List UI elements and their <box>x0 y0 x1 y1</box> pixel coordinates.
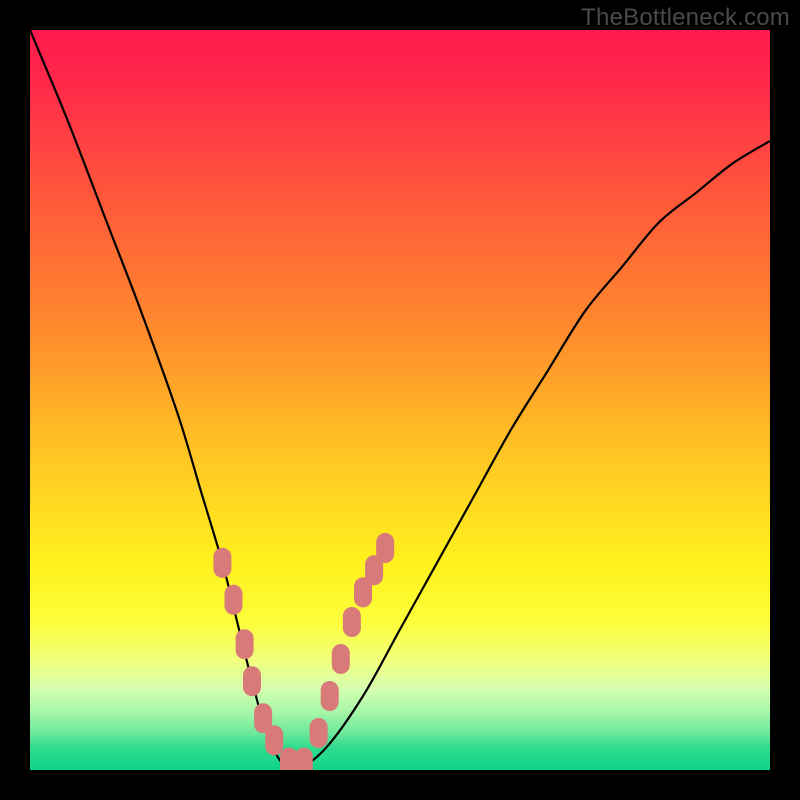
curve-marker <box>236 629 254 659</box>
curve-svg <box>30 30 770 770</box>
curve-marker <box>310 718 328 748</box>
curve-marker <box>295 748 313 770</box>
curve-marker <box>376 533 394 563</box>
curve-markers <box>213 533 394 770</box>
plot-area <box>30 30 770 770</box>
bottleneck-curve <box>30 30 770 770</box>
curve-marker <box>225 585 243 615</box>
curve-marker <box>213 548 231 578</box>
curve-marker <box>243 666 261 696</box>
curve-marker <box>343 607 361 637</box>
watermark-text: TheBottleneck.com <box>581 4 790 32</box>
curve-marker <box>265 725 283 755</box>
curve-marker <box>332 644 350 674</box>
curve-marker <box>321 681 339 711</box>
chart-frame: TheBottleneck.com <box>0 0 800 800</box>
